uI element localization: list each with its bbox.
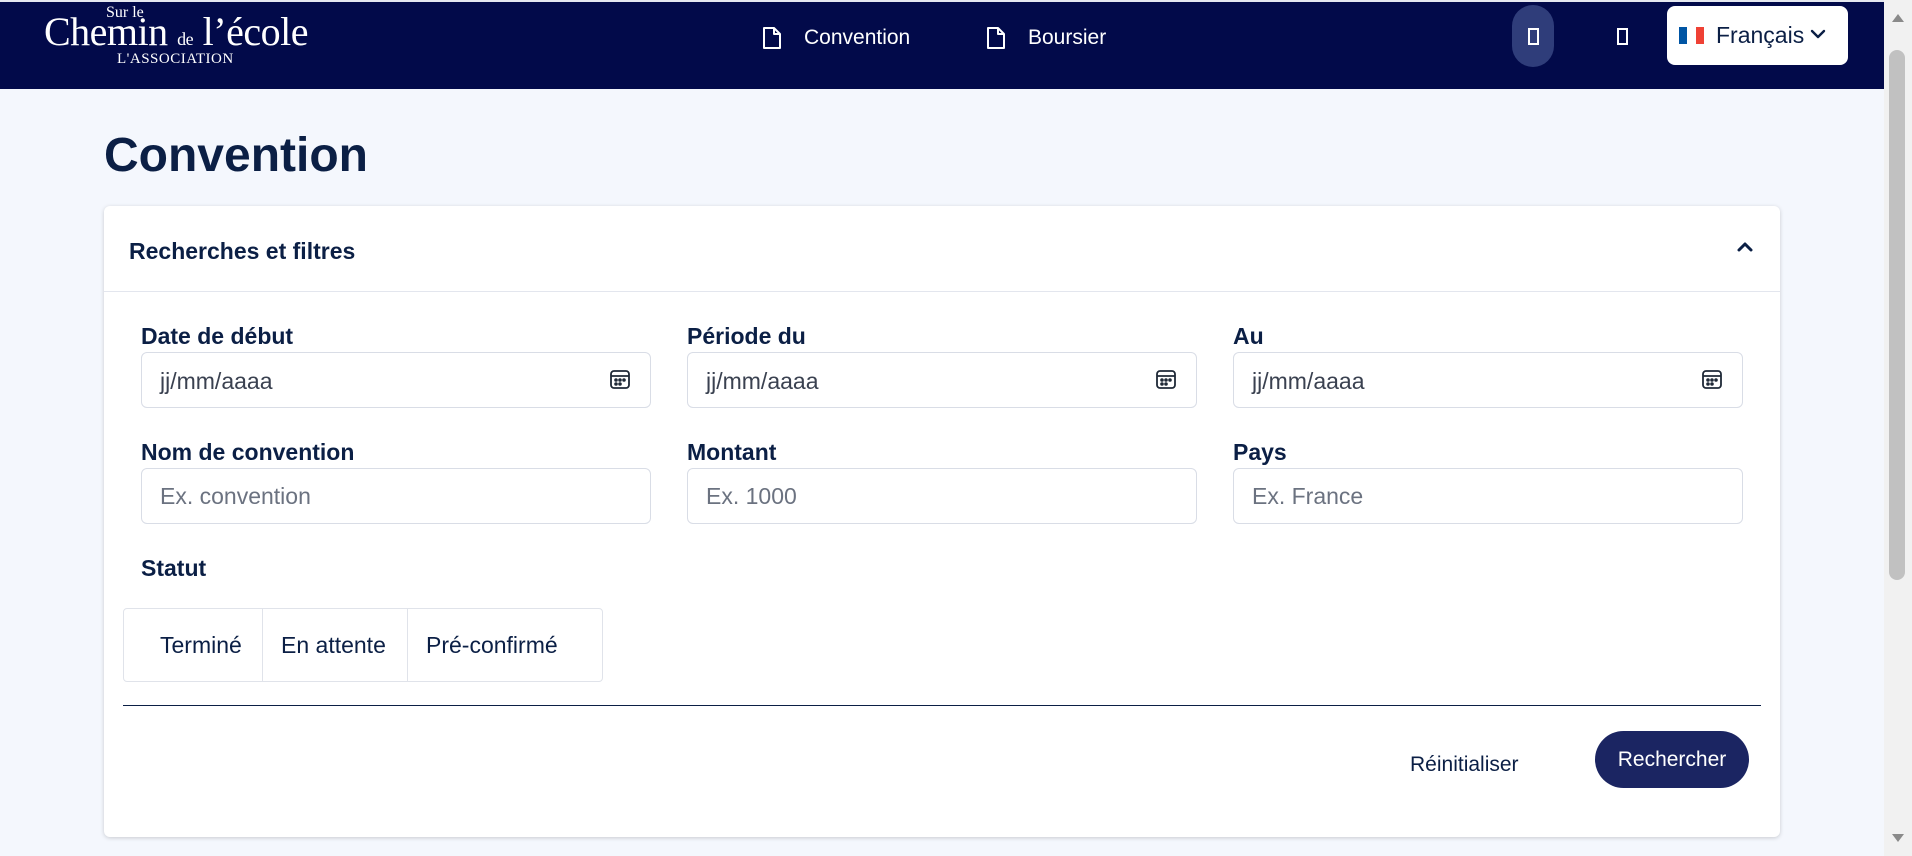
logo-main-text: Chemin de l’école <box>44 8 308 55</box>
page-title: Convention <box>104 129 368 182</box>
calendar-icon[interactable] <box>1701 368 1723 390</box>
scroll-thumb[interactable] <box>1889 50 1905 580</box>
statut-option-pre-confirme[interactable]: Pré-confirmé <box>408 609 602 681</box>
top-navigation-bar: Sur le Chemin de l’école L'ASSOCIATION C… <box>0 0 1884 89</box>
periode-du-label: Période du <box>687 323 806 349</box>
au-value: jj/mm/aaaa <box>1252 368 1365 394</box>
language-label: Français <box>1716 22 1805 48</box>
calendar-icon[interactable] <box>1155 368 1177 390</box>
au-label: Au <box>1233 323 1264 349</box>
statut-option-en-attente[interactable]: En attente <box>263 609 408 681</box>
nav-item-label: Convention <box>804 26 911 49</box>
montant-input[interactable] <box>687 468 1197 524</box>
nav-item-boursier[interactable]: Boursier <box>986 20 1106 56</box>
filters-panel-header[interactable]: Recherches et filtres <box>104 206 1780 292</box>
logo-main-right: l’école <box>202 9 309 54</box>
document-icon <box>763 27 781 49</box>
periode-du-input[interactable]: jj/mm/aaaa <box>687 352 1197 408</box>
missing-glyph-icon <box>1616 27 1628 45</box>
association-logo[interactable]: Sur le Chemin de l’école L'ASSOCIATION <box>44 4 334 74</box>
chevron-down-icon <box>1810 29 1826 39</box>
pays-input[interactable] <box>1233 468 1743 524</box>
header-icon-button-1[interactable] <box>1512 5 1554 67</box>
search-button[interactable]: Rechercher <box>1595 731 1749 788</box>
calendar-icon[interactable] <box>609 368 631 390</box>
nav-item-convention[interactable]: Convention <box>762 20 910 56</box>
scroll-down-arrow-icon[interactable] <box>1892 834 1904 842</box>
scroll-up-arrow-icon[interactable] <box>1892 14 1904 22</box>
page-scrollbar[interactable] <box>1884 0 1912 856</box>
date-debut-input[interactable]: jj/mm/aaaa <box>141 352 651 408</box>
statut-toggle-group: Terminé En attente Pré-confirmé <box>123 608 603 682</box>
nom-convention-input[interactable] <box>141 468 651 524</box>
filters-panel-title: Recherches et filtres <box>129 238 356 264</box>
statut-option-termine[interactable]: Terminé <box>124 609 263 681</box>
logo-main-left: Chemin <box>44 9 168 54</box>
statut-label: Statut <box>141 555 207 581</box>
actions-divider <box>123 705 1761 706</box>
nav-item-label: Boursier <box>1028 26 1107 49</box>
periode-du-value: jj/mm/aaaa <box>706 368 819 394</box>
filters-panel: Recherches et filtres Date de début jj/m… <box>104 206 1780 837</box>
au-input[interactable]: jj/mm/aaaa <box>1233 352 1743 408</box>
document-icon <box>987 27 1005 49</box>
language-selector[interactable]: Français <box>1667 6 1848 65</box>
reset-button[interactable]: Réinitialiser <box>1410 749 1519 781</box>
french-flag-icon <box>1679 27 1704 44</box>
date-debut-label: Date de début <box>141 323 294 349</box>
logo-line-bottom: L'ASSOCIATION <box>117 51 234 67</box>
pays-label: Pays <box>1233 439 1287 465</box>
missing-glyph-icon <box>1527 27 1539 45</box>
header-icon-button-2[interactable] <box>1601 5 1643 67</box>
montant-label: Montant <box>687 439 777 465</box>
chevron-up-icon[interactable] <box>1732 234 1758 260</box>
nom-convention-label: Nom de convention <box>141 439 355 465</box>
date-debut-value: jj/mm/aaaa <box>160 368 273 394</box>
logo-main-small: de <box>177 29 194 49</box>
